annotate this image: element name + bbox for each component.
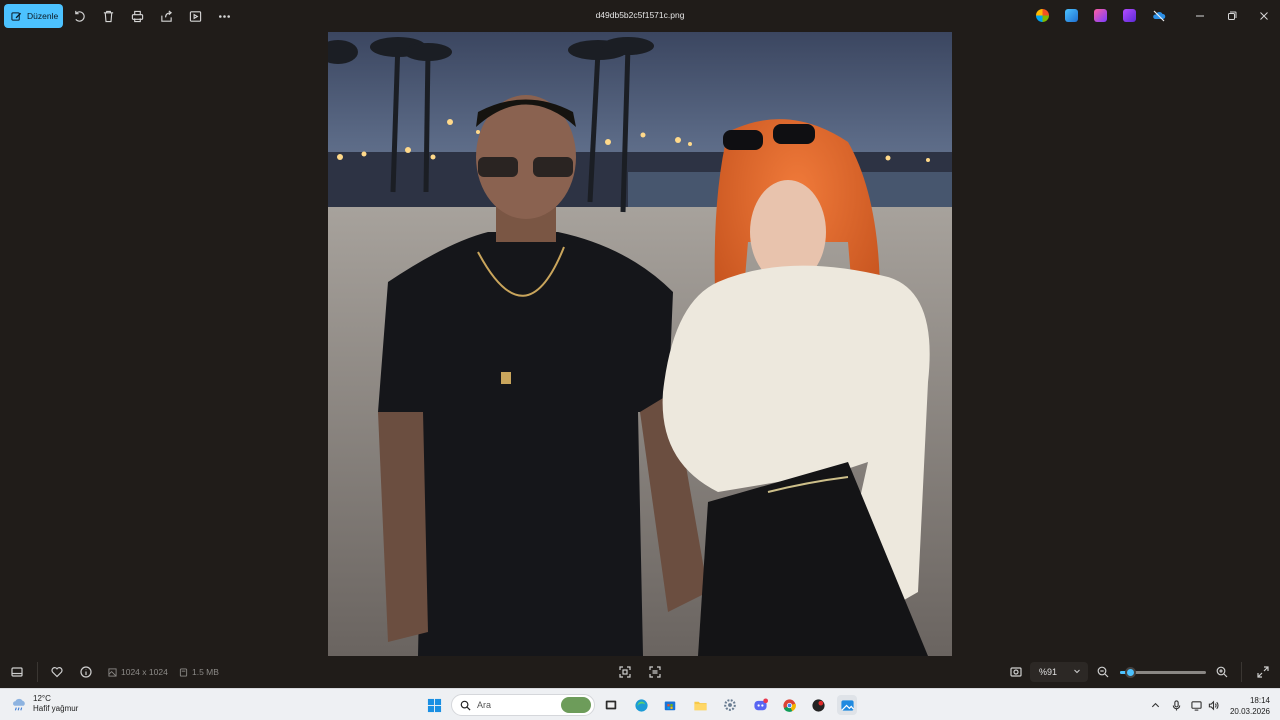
search-placeholder: Ara	[477, 700, 492, 710]
discord-icon[interactable]	[750, 695, 770, 715]
title-bar: Düzenle d49db5b2c5f1571c.png	[0, 0, 1280, 32]
system-clock[interactable]: 18:14 20.03.2026	[1230, 695, 1270, 717]
photos-app-icon[interactable]	[837, 695, 857, 715]
clock-time: 18:14	[1249, 696, 1270, 705]
window-title: d49db5b2c5f1571c.png	[595, 10, 685, 20]
fit-to-window-icon[interactable]	[617, 664, 633, 680]
rain-cloud-icon	[13, 698, 25, 711]
beach-couple-photo	[328, 32, 952, 656]
store-icon[interactable]	[660, 695, 680, 715]
image-dimensions: 1024 x 1024	[108, 667, 168, 677]
dimensions-icon	[108, 667, 117, 677]
slideshow-icon[interactable]	[187, 8, 203, 24]
edit-button[interactable]: Düzenle	[4, 4, 63, 28]
clipchamp-icon[interactable]	[1123, 9, 1136, 22]
restore-button[interactable]	[1224, 8, 1240, 24]
network-icon[interactable]	[1189, 698, 1203, 712]
taskbar-search[interactable]: Ara	[451, 694, 595, 716]
weather-description: Hafif yağmur	[33, 704, 79, 713]
edit-icon	[11, 11, 22, 21]
file-size: 1.5 MB	[179, 667, 219, 677]
file-explorer-icon[interactable]	[690, 695, 710, 715]
task-view-icon[interactable]	[601, 695, 621, 715]
zoom-out-icon[interactable]	[1095, 664, 1111, 680]
taskbar: 12°C Hafif yağmur Ara 18:14 20.03.2026	[0, 688, 1280, 720]
chevron-down-icon	[1074, 669, 1080, 674]
photos-edit-icon[interactable]	[1065, 9, 1078, 22]
app-record-icon[interactable]	[808, 695, 828, 715]
share-icon[interactable]	[158, 8, 174, 24]
copilot-icon[interactable]	[1036, 9, 1049, 22]
designer-icon[interactable]	[1094, 9, 1107, 22]
settings-gear-icon[interactable]	[720, 695, 740, 715]
microphone-icon[interactable]	[1169, 698, 1183, 712]
actual-size-icon[interactable]	[1008, 664, 1024, 680]
search-icon	[460, 700, 471, 711]
start-button[interactable]	[424, 695, 444, 715]
weather-widget[interactable]: 12°C Hafif yağmur	[10, 694, 78, 714]
info-icon[interactable]	[78, 664, 94, 680]
minimize-button[interactable]	[1192, 8, 1208, 24]
edge-icon[interactable]	[631, 695, 651, 715]
zoom-slider-thumb[interactable]	[1124, 667, 1136, 678]
crop-view-icon[interactable]	[647, 664, 663, 680]
windows-icon	[427, 698, 441, 712]
print-icon[interactable]	[129, 8, 145, 24]
divider	[37, 662, 38, 682]
photo-canvas[interactable]	[328, 32, 952, 656]
chevron-up-icon[interactable]	[1148, 698, 1162, 712]
search-highlight-image	[561, 697, 591, 713]
more-icon[interactable]	[216, 8, 232, 24]
favorite-icon[interactable]	[49, 664, 65, 680]
close-button[interactable]	[1256, 8, 1272, 24]
clock-date: 20.03.2026	[1229, 707, 1270, 716]
volume-icon[interactable]	[1206, 698, 1220, 712]
chrome-icon[interactable]	[779, 695, 799, 715]
onedrive-icon[interactable]	[1152, 9, 1166, 22]
zoom-slider[interactable]	[1120, 667, 1206, 678]
zoom-in-icon[interactable]	[1214, 664, 1230, 680]
zoom-level-dropdown[interactable]: %91	[1030, 662, 1088, 682]
storage-icon	[179, 667, 188, 677]
fullscreen-icon[interactable]	[1255, 664, 1271, 680]
edit-button-label: Düzenle	[27, 11, 59, 21]
rotate-icon[interactable]	[71, 8, 87, 24]
weather-temperature: 12°C	[33, 694, 51, 703]
status-bar: 1024 x 1024 1.5 MB %91	[0, 656, 1280, 688]
delete-icon[interactable]	[100, 8, 116, 24]
divider	[1241, 662, 1242, 682]
filmstrip-icon[interactable]	[9, 664, 25, 680]
